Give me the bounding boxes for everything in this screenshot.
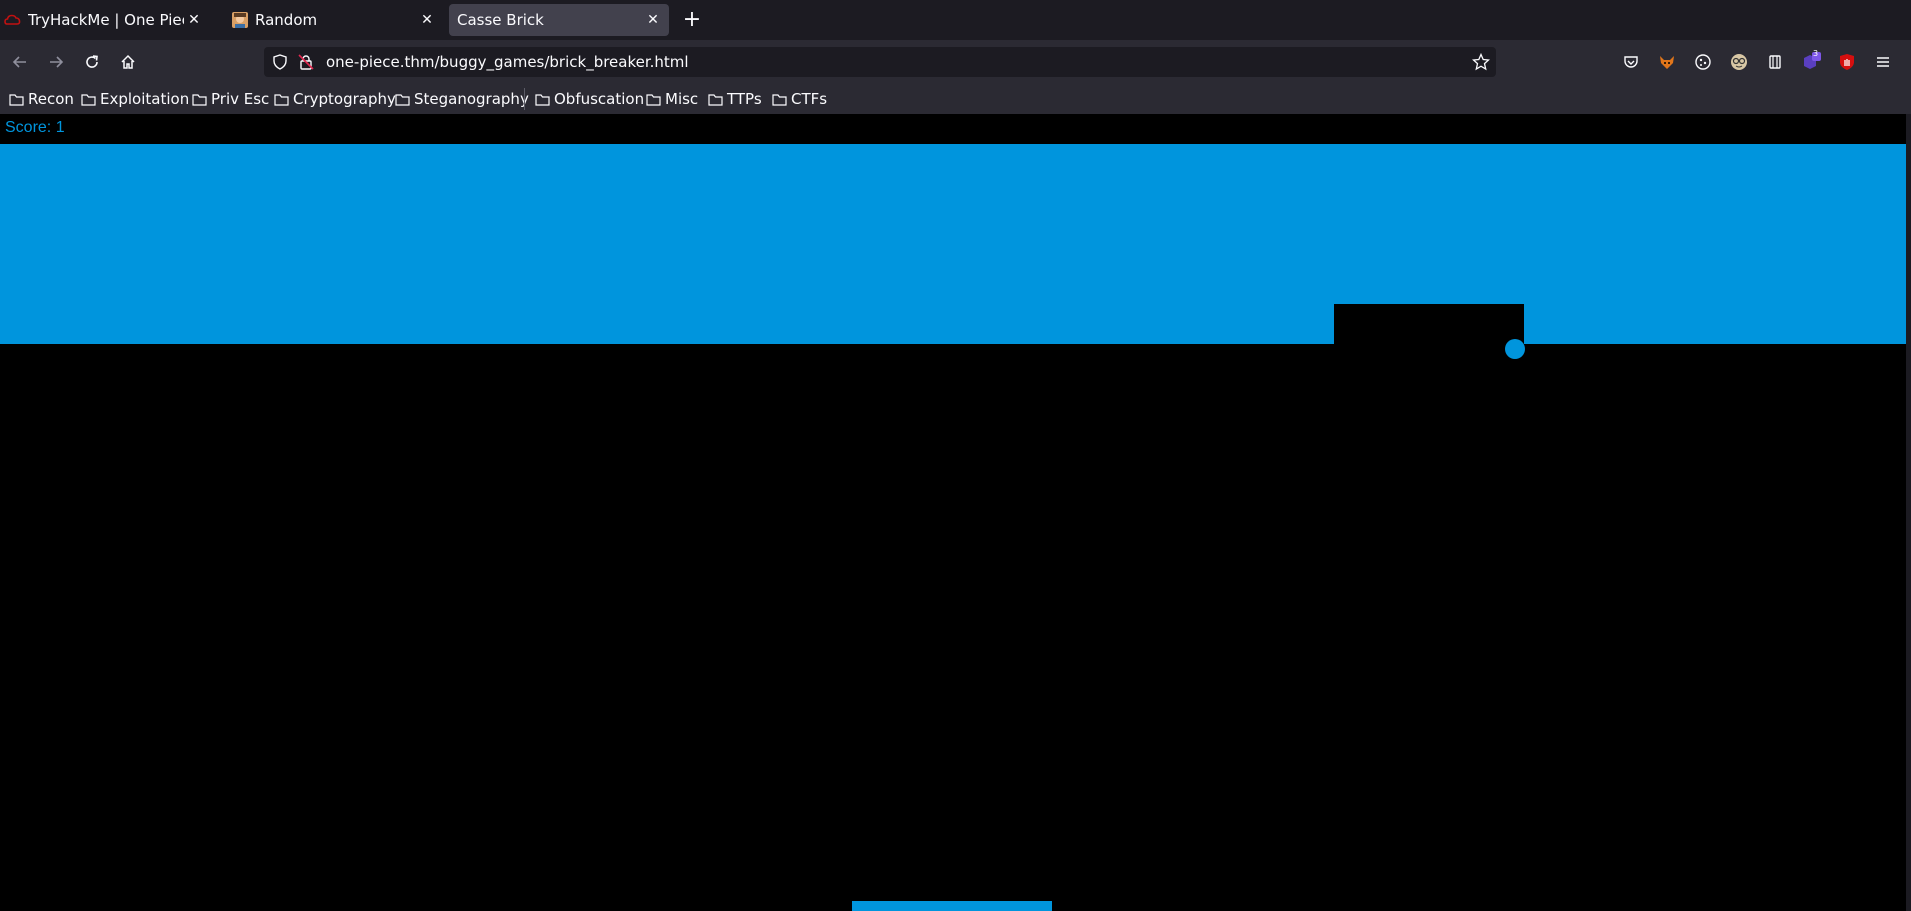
tab-tryhackme[interactable]: TryHackMe | One Piece ✕	[0, 4, 210, 36]
bookmark-label: Steganography	[414, 90, 529, 108]
folder-icon	[772, 93, 787, 106]
folder-icon	[395, 93, 410, 106]
bookmark-folder-ttps[interactable]: TTPs	[708, 89, 762, 109]
insecure-lock-icon[interactable]	[298, 54, 314, 74]
home-button[interactable]	[116, 50, 140, 74]
avatar-icon	[231, 11, 249, 29]
bookmark-label: Cryptography	[293, 90, 396, 108]
navigation-bar: one-piece.thm/buggy_games/brick_breaker.…	[0, 40, 1911, 84]
close-icon[interactable]: ✕	[417, 10, 437, 30]
reload-button[interactable]	[80, 50, 104, 74]
bookmark-label: Priv Esc	[211, 90, 270, 108]
scrollbar[interactable]	[1906, 114, 1911, 911]
bookmark-star-icon[interactable]	[1471, 52, 1491, 75]
tab-label: Random	[255, 11, 318, 29]
folder-icon	[708, 93, 723, 106]
url-text[interactable]: one-piece.thm/buggy_games/brick_breaker.…	[326, 53, 689, 71]
folder-icon	[81, 93, 96, 106]
bookmark-label: Misc	[665, 90, 699, 108]
tryhackme-icon	[4, 11, 22, 29]
bookmark-folder-obfuscation[interactable]: Obfuscation	[535, 89, 644, 109]
glasses-extension-icon[interactable]	[1728, 51, 1750, 73]
url-bar[interactable]: one-piece.thm/buggy_games/brick_breaker.…	[264, 47, 1496, 77]
brick-wall	[0, 144, 1906, 344]
tab-label: Casse Brick	[457, 11, 544, 29]
forward-button[interactable]	[44, 50, 68, 74]
bookmark-label: TTPs	[727, 90, 762, 108]
paddle[interactable]	[852, 901, 1052, 911]
cookie-icon[interactable]	[1692, 51, 1714, 73]
game-canvas[interactable]: Score: 1	[0, 114, 1906, 911]
bookmark-label: CTFs	[791, 90, 828, 108]
ublock-icon[interactable]	[1836, 51, 1858, 73]
bookmark-folder-exploitation[interactable]: Exploitation	[81, 89, 189, 109]
bookmark-label: Obfuscation	[554, 90, 645, 108]
new-tab-button[interactable]: +	[680, 8, 704, 32]
extension-badge-count: 3	[1813, 49, 1819, 58]
back-arrow-icon	[12, 56, 26, 68]
close-icon[interactable]: ✕	[643, 10, 663, 30]
back-button[interactable]	[8, 50, 32, 74]
extension-badge-icon[interactable]: 3	[1800, 49, 1822, 73]
bookmark-label: Recon	[28, 90, 74, 108]
folder-icon	[9, 93, 24, 106]
score-label: Score:	[5, 119, 56, 136]
fox-extension-icon[interactable]	[1656, 51, 1678, 73]
sidebar-icon[interactable]	[1764, 51, 1786, 73]
bookmark-folder-recon[interactable]: Recon	[9, 89, 74, 109]
pocket-icon[interactable]	[1620, 51, 1642, 73]
bookmark-folder-cryptography[interactable]: Cryptography	[274, 89, 396, 109]
folder-icon	[535, 93, 550, 106]
folder-icon	[192, 93, 207, 106]
tab-random[interactable]: Random ✕	[225, 4, 443, 36]
bookmark-folder-steganography[interactable]: Steganography	[395, 89, 529, 109]
menu-icon[interactable]	[1872, 51, 1894, 73]
home-icon	[121, 54, 135, 69]
folder-icon	[274, 93, 289, 106]
forward-arrow-icon	[50, 56, 64, 68]
bookmark-label: Exploitation	[100, 90, 190, 108]
score-value: 1	[55, 119, 65, 136]
bookmarks-toolbar: Recon Exploitation Priv Esc Cryptography…	[0, 84, 1911, 114]
reload-icon	[86, 55, 98, 68]
score-display: Score: 1	[5, 119, 65, 137]
close-icon[interactable]: ✕	[184, 10, 204, 30]
tab-casse-brick[interactable]: Casse Brick ✕	[449, 4, 669, 36]
folder-icon	[646, 93, 661, 106]
bookmark-folder-priv-esc[interactable]: Priv Esc	[192, 89, 269, 109]
tab-label: TryHackMe | One Piece	[28, 11, 184, 29]
bookmark-separator	[524, 88, 525, 110]
bookmark-folder-ctfs[interactable]: CTFs	[772, 89, 827, 109]
ball	[1505, 339, 1525, 359]
tab-strip: TryHackMe | One Piece ✕ Random ✕ Casse B…	[0, 0, 1911, 40]
shield-icon[interactable]	[272, 54, 288, 74]
browser-window: TryHackMe | One Piece ✕ Random ✕ Casse B…	[0, 0, 1911, 911]
bookmark-folder-misc[interactable]: Misc	[646, 89, 698, 109]
broken-brick-gap	[1334, 304, 1524, 344]
